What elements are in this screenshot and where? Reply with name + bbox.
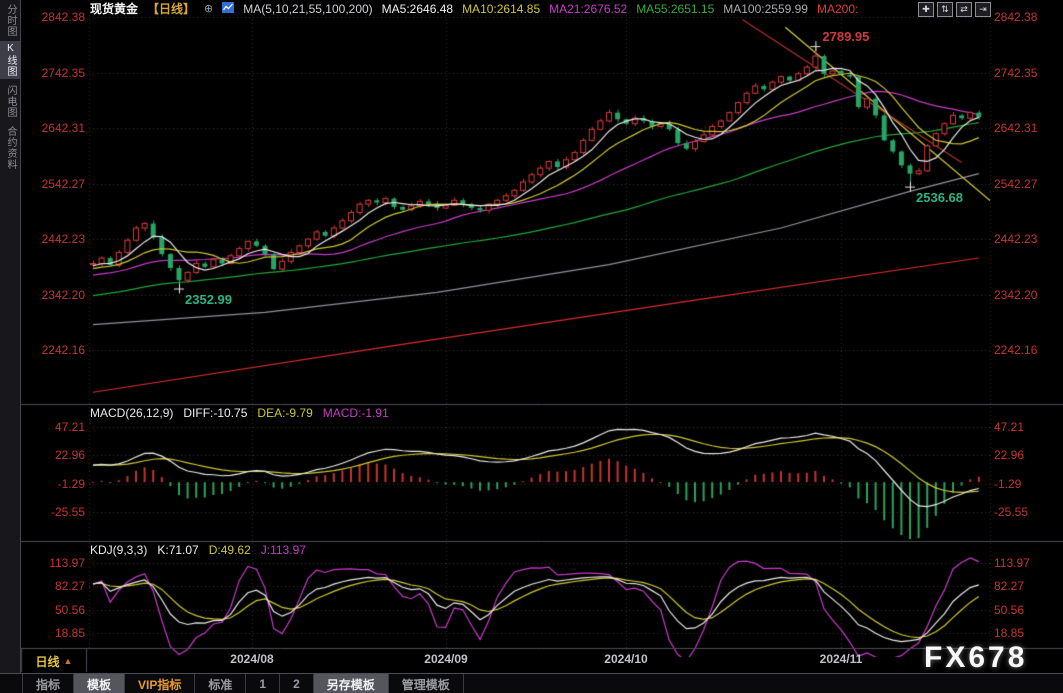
macd-dea: DEA:-9.79 bbox=[257, 406, 312, 420]
kdj-j: J:113.97 bbox=[261, 543, 306, 557]
axis-label: 2742.35 bbox=[22, 66, 85, 80]
x-tick-2024-10: 2024/10 bbox=[591, 652, 661, 666]
macd-diff: DIFF:-10.75 bbox=[183, 406, 247, 420]
tab-template-2[interactable]: 2 bbox=[280, 674, 314, 693]
macd-macd: MACD:-1.91 bbox=[323, 406, 389, 420]
axis-label: 18.85 bbox=[994, 626, 1024, 640]
axis-label: 22.96 bbox=[994, 448, 1024, 462]
ma55-value: MA55:2651.15 bbox=[636, 2, 714, 16]
annotation-swing-low-2: 2536.68 bbox=[916, 190, 963, 205]
axis-label: 22.96 bbox=[22, 448, 85, 462]
axis-label: 113.97 bbox=[22, 556, 85, 570]
chart-tool-icons: ✚ ⇅ ⇄ ⇥ bbox=[918, 2, 991, 17]
bottom-toolbar: 指标 模板 VIP指标 标准 1 2 另存模板 管理模板 bbox=[0, 673, 1063, 693]
macd-title: MACD(26,12,9) bbox=[90, 406, 173, 420]
circle-plus-icon[interactable]: ⊕ bbox=[204, 2, 213, 15]
axis-label: 2842.38 bbox=[22, 10, 85, 24]
x-tick-2024-08: 2024/08 bbox=[217, 652, 287, 666]
kdj-d: D:49.62 bbox=[209, 543, 251, 557]
kdj-panel-header: KDJ(9,3,3) K:71.07 D:49.62 J:113.97 bbox=[90, 543, 306, 557]
axis-label: -25.55 bbox=[994, 505, 1028, 519]
axis-label: 2542.27 bbox=[994, 177, 1037, 191]
tab-indicators[interactable]: 指标 bbox=[22, 674, 74, 693]
crosshair-icon[interactable]: ✚ bbox=[918, 2, 934, 17]
ma100-value: MA100:2559.99 bbox=[723, 2, 808, 16]
fx678-watermark: FX678 bbox=[924, 641, 1027, 675]
chart-type-sidebar: 分时图 K线图 闪电图 合约资料 bbox=[0, 0, 21, 673]
timeframe-button[interactable]: 日线 ▲ bbox=[23, 651, 85, 671]
ma-caption: MA(5,10,21,55,100,200) bbox=[243, 2, 372, 16]
chart-style-icon[interactable] bbox=[222, 2, 234, 16]
axis-label: 50.56 bbox=[994, 603, 1024, 617]
axis-label: 2342.20 bbox=[994, 288, 1037, 302]
vertical-scale-icon[interactable]: ⇅ bbox=[937, 2, 953, 17]
axis-label: -25.55 bbox=[22, 505, 85, 519]
axis-label: 2242.16 bbox=[994, 343, 1037, 357]
axis-label: 50.56 bbox=[22, 603, 85, 617]
axis-label: 2542.27 bbox=[22, 177, 85, 191]
axis-label: 2342.20 bbox=[22, 288, 85, 302]
axis-label: 2442.23 bbox=[22, 232, 85, 246]
axis-label: 82.27 bbox=[994, 579, 1024, 593]
axis-label: 18.85 bbox=[22, 626, 85, 640]
axis-label: 2642.31 bbox=[994, 121, 1037, 135]
axis-label: 47.21 bbox=[22, 420, 85, 434]
trading-app-window: 分时图 K线图 闪电图 合约资料 现货黄金 【日线】 ⊕ MA(5,10,21,… bbox=[0, 0, 1063, 693]
ma200-value: MA200: bbox=[817, 2, 858, 16]
axis-label: -1.29 bbox=[22, 477, 85, 491]
timeframe-label: 日线 bbox=[36, 653, 60, 670]
tab-manage-template[interactable]: 管理模板 bbox=[389, 674, 464, 693]
triangle-up-icon: ▲ bbox=[64, 656, 73, 666]
kdj-k: K:71.07 bbox=[157, 543, 198, 557]
ma21-value: MA21:2676.52 bbox=[549, 2, 627, 16]
axis-label: 47.21 bbox=[994, 420, 1024, 434]
macd-panel-header: MACD(26,12,9) DIFF:-10.75 DEA:-9.79 MACD… bbox=[90, 406, 389, 420]
sidebar-tab-contract-info[interactable]: 合约资料 bbox=[0, 123, 20, 173]
horizontal-scale-icon[interactable]: ⇄ bbox=[956, 2, 972, 17]
x-tick-2024-09: 2024/09 bbox=[411, 652, 481, 666]
annotation-swing-low-1: 2352.99 bbox=[185, 292, 232, 307]
axis-label: 2742.35 bbox=[994, 66, 1037, 80]
axis-label: 2242.16 bbox=[22, 343, 85, 357]
period-label: 【日线】 bbox=[147, 0, 195, 17]
axis-label: 82.27 bbox=[22, 579, 85, 593]
axis-label: 2842.38 bbox=[994, 10, 1037, 24]
tab-template-1[interactable]: 1 bbox=[246, 674, 280, 693]
kdj-title: KDJ(9,3,3) bbox=[90, 543, 147, 557]
axis-label: -1.29 bbox=[994, 477, 1021, 491]
chart-header: 现货黄金 【日线】 ⊕ MA(5,10,21,55,100,200) MA5:2… bbox=[90, 1, 867, 16]
tab-standard[interactable]: 标准 bbox=[195, 674, 246, 693]
x-tick-2024-11: 2024/11 bbox=[806, 652, 876, 666]
sidebar-tab-lightning-chart[interactable]: 闪电图 bbox=[0, 83, 20, 119]
symbol-title: 现货黄金 bbox=[90, 0, 138, 17]
ma5-value: MA5:2646.48 bbox=[382, 2, 453, 16]
ma10-value: MA10:2614.85 bbox=[462, 2, 540, 16]
tab-save-template[interactable]: 另存模板 bbox=[314, 674, 389, 693]
shift-right-icon[interactable]: ⇥ bbox=[975, 2, 991, 17]
sidebar-tab-kline-chart[interactable]: K线图 bbox=[0, 41, 20, 79]
axis-label: 2642.31 bbox=[22, 121, 85, 135]
price-chart-canvas[interactable] bbox=[0, 0, 1063, 693]
axis-label: 2442.23 bbox=[994, 232, 1037, 246]
axis-label: 113.97 bbox=[994, 556, 1030, 570]
sidebar-tab-time-chart[interactable]: 分时图 bbox=[0, 3, 20, 37]
tab-vip-indicators[interactable]: VIP指标 bbox=[125, 674, 195, 693]
tab-templates[interactable]: 模板 bbox=[74, 674, 125, 693]
annotation-swing-high: 2789.95 bbox=[822, 29, 869, 44]
